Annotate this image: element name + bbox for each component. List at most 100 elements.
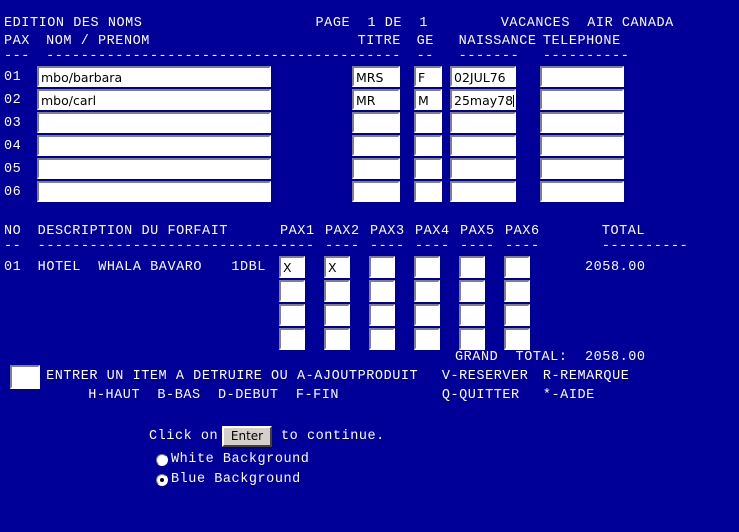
- rule-telephone: ----------: [542, 49, 630, 64]
- pax-row-number: 05: [4, 162, 22, 177]
- forfait-description: HOTEL WHALA BAVARO: [37, 260, 203, 275]
- forfait-pax6-checkbox-row4[interactable]: [504, 328, 530, 350]
- command-hint-reserver: V-RESERVER: [441, 369, 529, 384]
- radio-button-blue[interactable]: [156, 474, 168, 486]
- birth-input-06[interactable]: [450, 181, 516, 202]
- phone-input-02[interactable]: [540, 89, 624, 110]
- title-input-02[interactable]: MR: [352, 89, 400, 110]
- forfait-pax4-checkbox-row2[interactable]: [414, 280, 440, 302]
- rule-pax: ---: [4, 49, 30, 64]
- gender-input-01[interactable]: F: [414, 66, 442, 87]
- phone-input-06[interactable]: [540, 181, 624, 202]
- name-input-04[interactable]: [37, 135, 271, 156]
- column-header-pax4: PAX4: [415, 224, 450, 239]
- forfait-pax6-checkbox-row1[interactable]: [504, 256, 530, 278]
- column-header-pax5: PAX5: [460, 224, 495, 239]
- rule-pax4: ----: [415, 239, 450, 254]
- rule-pax6: ----: [505, 239, 540, 254]
- forfait-pax2-checkbox-row4[interactable]: [324, 328, 350, 350]
- forfait-row-number: 01: [4, 260, 22, 275]
- column-header-ge: GE: [416, 34, 434, 49]
- forfait-pax2-checkbox-row3[interactable]: [324, 304, 350, 326]
- enter-button[interactable]: Enter: [222, 426, 272, 447]
- pax-row-number: 02: [4, 93, 22, 108]
- pax-row-number: 04: [4, 139, 22, 154]
- title-input-01[interactable]: MRS: [352, 66, 400, 87]
- title-input-05[interactable]: [352, 158, 400, 179]
- forfait-pax1-checkbox-row4[interactable]: [279, 328, 305, 350]
- grand-total-value: 2058.00: [585, 350, 646, 365]
- command-hint-main: ENTRER UN ITEM A DETRUIRE OU A-AJOUT: [46, 369, 358, 384]
- forfait-pax3-checkbox-row2[interactable]: [369, 280, 395, 302]
- phone-input-01[interactable]: [540, 66, 624, 87]
- pax-row-number: 01: [4, 70, 22, 85]
- birth-input-04[interactable]: [450, 135, 516, 156]
- radio-label: White Background: [171, 452, 310, 467]
- forfait-pax1-checkbox-row1[interactable]: X: [279, 256, 305, 278]
- name-input-01[interactable]: mbo/barbara: [37, 66, 271, 87]
- click-suffix-label: to continue.: [281, 429, 385, 444]
- forfait-pax4-checkbox-row1[interactable]: [414, 256, 440, 278]
- grand-total-label: GRAND TOTAL:: [455, 350, 568, 365]
- column-header-description: DESCRIPTION DU FORFAIT: [37, 224, 229, 239]
- forfait-pax2-checkbox-row1[interactable]: X: [324, 256, 350, 278]
- forfait-pax6-checkbox-row2[interactable]: [504, 280, 530, 302]
- forfait-pax5-checkbox-row4[interactable]: [459, 328, 485, 350]
- gender-input-06[interactable]: [414, 181, 442, 202]
- rule-naissance: -------: [458, 49, 520, 64]
- column-header-pax3: PAX3: [370, 224, 405, 239]
- forfait-pax3-checkbox-row4[interactable]: [369, 328, 395, 350]
- command-hint-quitter: Q-QUITTER: [441, 388, 520, 403]
- forfait-pax3-checkbox-row3[interactable]: [369, 304, 395, 326]
- name-input-06[interactable]: [37, 181, 271, 202]
- gender-input-02[interactable]: M: [414, 89, 442, 110]
- forfait-pax6-checkbox-row3[interactable]: [504, 304, 530, 326]
- background-option-blue[interactable]: Blue Background: [156, 472, 301, 488]
- pax-row-number: 03: [4, 116, 22, 131]
- column-header-pax1: PAX1: [280, 224, 315, 239]
- phone-input-05[interactable]: [540, 158, 624, 179]
- birth-input-02[interactable]: 25may78: [450, 89, 516, 110]
- forfait-pax5-checkbox-row3[interactable]: [459, 304, 485, 326]
- forfait-pax4-checkbox-row3[interactable]: [414, 304, 440, 326]
- column-header-pax2: PAX2: [325, 224, 360, 239]
- title-input-06[interactable]: [352, 181, 400, 202]
- column-header-titre: TITRE: [357, 34, 401, 49]
- forfait-room-code: 1DBL: [231, 260, 266, 275]
- background-option-white[interactable]: White Background: [156, 452, 309, 468]
- command-hint-produit: PRODUIT: [357, 369, 419, 384]
- rule-pax1: ----: [280, 239, 315, 254]
- name-input-03[interactable]: [37, 112, 271, 133]
- command-input[interactable]: [10, 365, 40, 389]
- column-header-pax6: PAX6: [505, 224, 540, 239]
- column-header-telephone: TELEPHONE: [542, 34, 621, 49]
- command-hint-navigation: H-HAUT B-BAS D-DEBUT F-FIN: [88, 388, 340, 403]
- radio-label: Blue Background: [171, 472, 301, 487]
- page-indicator: PAGE 1 DE 1: [315, 16, 428, 31]
- birth-input-05[interactable]: [450, 158, 516, 179]
- title-input-04[interactable]: [352, 135, 400, 156]
- gender-input-03[interactable]: [414, 112, 442, 133]
- birth-input-03[interactable]: [450, 112, 516, 133]
- forfait-pax1-checkbox-row2[interactable]: [279, 280, 305, 302]
- radio-button-white[interactable]: [156, 454, 168, 466]
- birth-input-01[interactable]: 02JUL76: [450, 66, 516, 87]
- rule-name: ------------------------------------: [46, 49, 358, 64]
- forfait-pax3-checkbox-row1[interactable]: [369, 256, 395, 278]
- forfait-pax5-checkbox-row2[interactable]: [459, 280, 485, 302]
- column-header-naissance: NAISSANCE: [458, 34, 537, 49]
- page-title: EDITION DES NOMS: [4, 16, 143, 31]
- click-prefix-label: Click on: [149, 429, 219, 444]
- forfait-pax5-checkbox-row1[interactable]: [459, 256, 485, 278]
- gender-input-04[interactable]: [414, 135, 442, 156]
- title-input-03[interactable]: [352, 112, 400, 133]
- phone-input-03[interactable]: [540, 112, 624, 133]
- gender-input-05[interactable]: [414, 158, 442, 179]
- phone-input-04[interactable]: [540, 135, 624, 156]
- name-input-05[interactable]: [37, 158, 271, 179]
- name-input-02[interactable]: mbo/carl: [37, 89, 271, 110]
- forfait-pax1-checkbox-row3[interactable]: [279, 304, 305, 326]
- rule-total: ----------: [601, 239, 689, 254]
- forfait-pax4-checkbox-row4[interactable]: [414, 328, 440, 350]
- forfait-pax2-checkbox-row2[interactable]: [324, 280, 350, 302]
